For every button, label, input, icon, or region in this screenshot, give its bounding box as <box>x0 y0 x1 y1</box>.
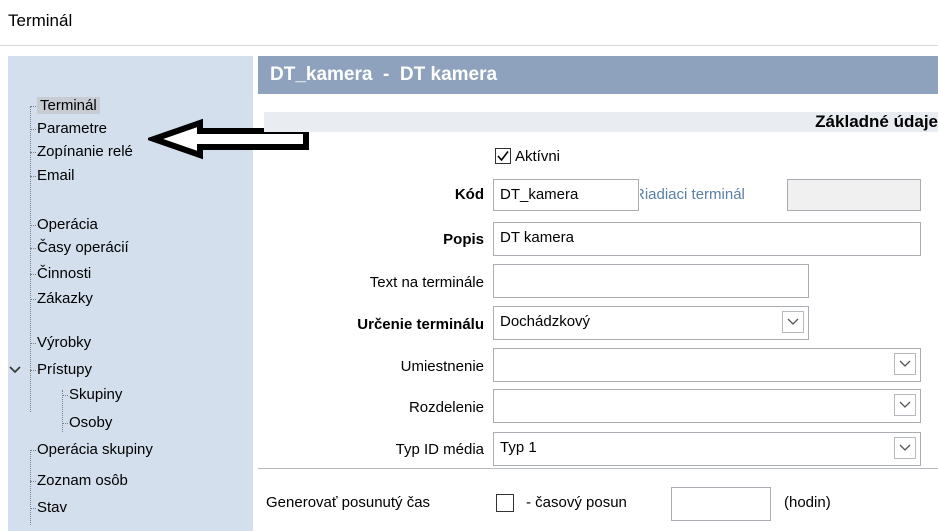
sidebar-item-vyrobky[interactable]: Výrobky <box>30 332 91 354</box>
sidebar-item-label: Operácia skupiny <box>37 441 153 458</box>
sidebar-item-zopinanie-rele[interactable]: Zopínanie relé <box>30 141 133 163</box>
tree-branch-line <box>30 129 36 130</box>
sidebar-item-label: Email <box>37 167 75 184</box>
chevron-down-icon[interactable] <box>894 437 916 459</box>
urcenie-terminalu-label: Určenie terminálu <box>357 316 484 333</box>
sidebar-item-operacia[interactable]: Operácia <box>30 214 98 236</box>
tree-branch-line <box>30 176 36 177</box>
sidebar-item-label: Výrobky <box>37 334 92 351</box>
tree-branch-line <box>30 299 36 300</box>
sidebar-item-label: Osoby <box>69 414 113 431</box>
sidebar-item-osoby[interactable]: Osoby <box>62 412 112 434</box>
tree-branch-line <box>30 343 36 344</box>
casovy-posun-field[interactable] <box>671 487 771 521</box>
chevron-down-icon[interactable] <box>8 359 22 388</box>
umiestnenie-select[interactable] <box>493 348 921 382</box>
riadiaci-terminal-text: Riadiaci terminál <box>640 186 745 203</box>
tree-branch-line <box>30 106 36 107</box>
popis-field[interactable]: DT kamera <box>493 222 921 256</box>
riadiaci-terminal-field[interactable] <box>787 179 921 211</box>
tree-branch-line <box>30 450 36 451</box>
tree-branch-line <box>30 370 36 371</box>
typ-id-media-select[interactable]: Typ 1 <box>493 432 921 466</box>
tree-branch-line <box>30 152 36 153</box>
checkmark-icon <box>497 151 509 162</box>
record-title: DT_kamera - DT kamera <box>270 64 498 85</box>
urcenie-terminalu-select[interactable]: Dochádzkový <box>493 306 809 340</box>
umiestnenie-label: Umiestnenie <box>400 358 484 375</box>
sidebar-item-label: Operácia <box>37 216 98 233</box>
sidebar-item-parametre[interactable]: Parametre <box>30 118 107 140</box>
sidebar-item-label: Parametre <box>37 120 108 137</box>
rozdelenie-label: Rozdelenie <box>408 399 484 416</box>
kod-field[interactable]: DT_kamera <box>493 179 639 211</box>
sidebar-item-label: Činnosti <box>37 265 92 282</box>
text-na-terminale-label: Text na terminále <box>369 274 484 291</box>
active-checkbox[interactable] <box>495 148 511 164</box>
urcenie-terminalu-value: Dochádzkový <box>500 313 591 330</box>
kod-label: Kód <box>454 186 484 203</box>
sidebar-item-label: Časy operácií <box>37 239 129 256</box>
sidebar-item-label: Skupiny <box>69 386 123 403</box>
rozdelenie-select[interactable] <box>493 389 921 423</box>
tree-branch-line <box>30 225 36 226</box>
sidebar-item-label: Terminál <box>37 97 100 114</box>
sidebar-item-label: Zoznam osôb <box>37 472 128 489</box>
window-title: Terminál <box>8 11 73 30</box>
riadiaci-terminal-label: Riadiaci terminál <box>640 186 780 203</box>
sidebar-item-zakazky[interactable]: Zákazky <box>30 288 93 310</box>
tree-branch-line <box>30 274 36 275</box>
tree-branch-line <box>62 423 68 424</box>
sidebar-item-skupiny[interactable]: Skupiny <box>62 384 122 406</box>
sidebar-item-terminal[interactable]: Terminál <box>30 95 100 117</box>
record-header: DT_kamera - DT kamera <box>258 56 938 94</box>
casovy-posun-label: - časový posun <box>526 494 627 511</box>
typ-id-media-label: Typ ID média <box>395 441 484 458</box>
sidebar-item-operacia-skupiny[interactable]: Operácia skupiny <box>30 439 153 461</box>
text-na-terminale-field[interactable] <box>493 264 809 298</box>
sidebar-item-casy-operacii[interactable]: Časy operácií <box>30 237 129 259</box>
active-label: Aktívni <box>515 148 561 165</box>
tree-branch-line <box>30 481 36 482</box>
sidebar-item-stav[interactable]: Stav <box>30 497 67 519</box>
tree-branch-line <box>62 395 68 396</box>
tree-branch-line <box>30 508 36 509</box>
tree-branch-line <box>30 248 36 249</box>
chevron-down-icon[interactable] <box>894 353 916 375</box>
chevron-down-icon[interactable] <box>782 311 804 333</box>
typ-id-media-value: Typ 1 <box>500 439 537 456</box>
sidebar-item-email[interactable]: Email <box>30 165 75 187</box>
sidebar-item-label: Zopínanie relé <box>37 143 133 160</box>
window-titlebar: Terminál <box>0 0 938 46</box>
sidebar-item-pristupy[interactable]: Prístupy <box>8 359 92 381</box>
generovat-posunuty-cas-label: Generovať posunutý čas <box>266 494 431 511</box>
sidebar-item-cinnosti[interactable]: Činnosti <box>30 263 91 285</box>
sidebar-item-zoznam-osob[interactable]: Zoznam osôb <box>30 470 128 492</box>
section-title: Základné údaje <box>815 112 938 131</box>
sidebar-item-label: Prístupy <box>37 361 93 378</box>
sidebar-item-label: Zákazky <box>37 290 93 307</box>
chevron-down-icon[interactable] <box>894 394 916 416</box>
casovy-posun-unit: (hodin) <box>784 494 831 511</box>
section-divider <box>258 468 938 469</box>
generovat-posunuty-cas-checkbox[interactable] <box>496 494 514 512</box>
popis-label: Popis <box>443 231 484 248</box>
sidebar-item-label: Stav <box>37 499 68 516</box>
